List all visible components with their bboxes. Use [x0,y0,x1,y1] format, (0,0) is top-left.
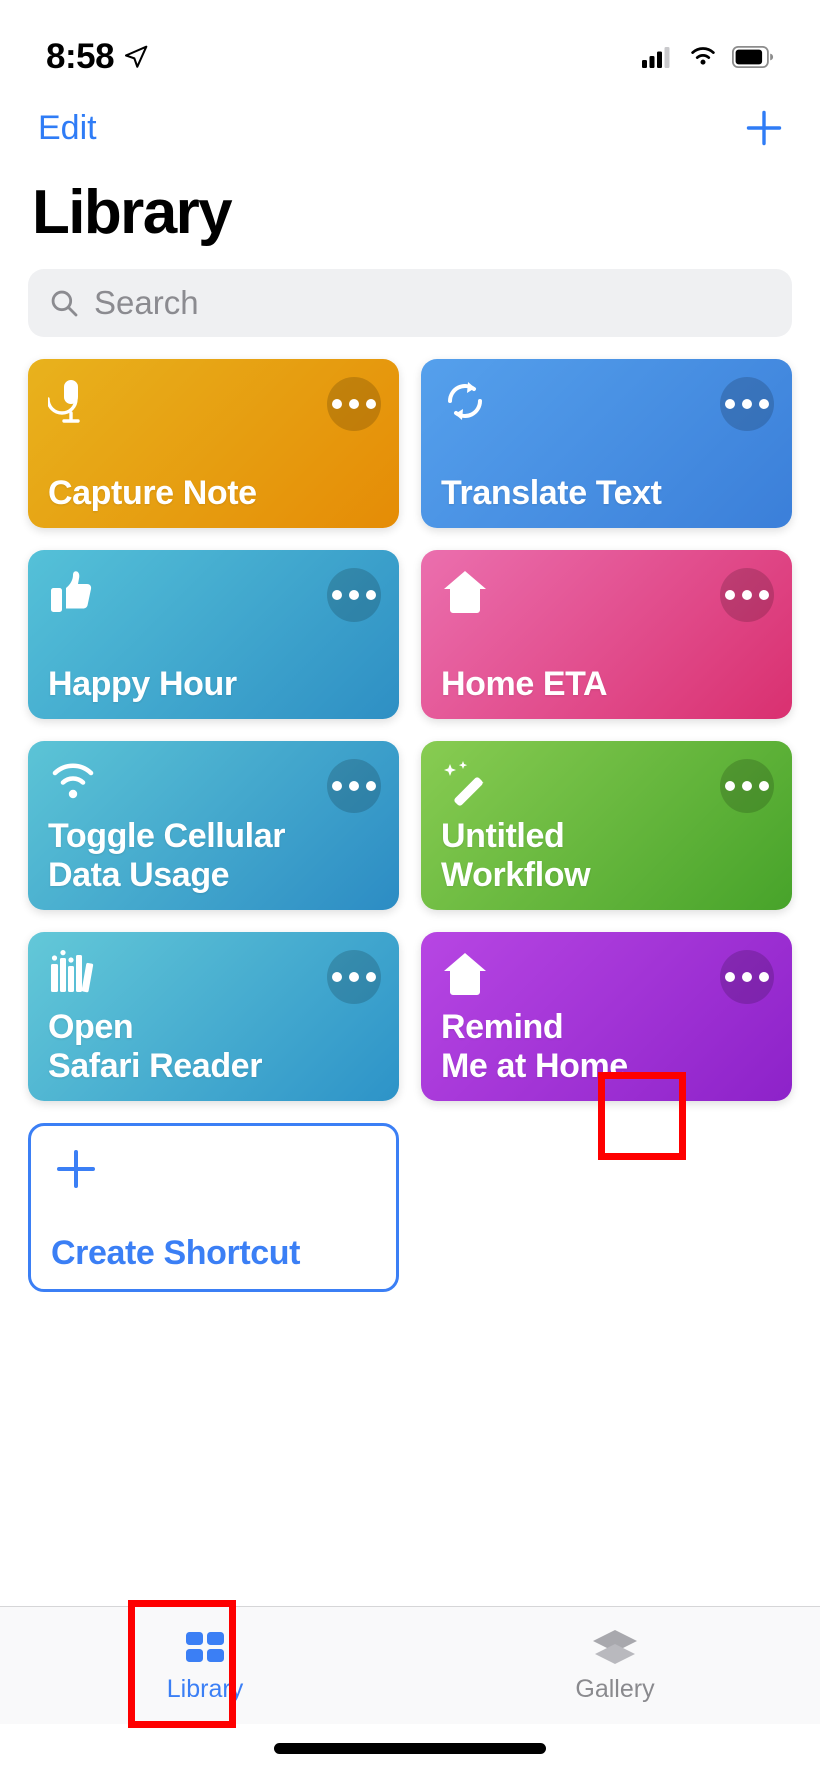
shortcut-label: Open Safari Reader [48,1007,263,1085]
shortcut-menu-button[interactable] [327,377,381,432]
shortcut-label: Capture Note [48,473,257,512]
shortcut-card-capture-note[interactable]: Capture Note [28,359,399,529]
cellular-signal-icon [642,47,670,68]
add-shortcut-button[interactable] [740,104,788,152]
grid-squares-icon [186,1631,224,1662]
shortcut-label: Untitled Workflow [441,816,591,894]
shortcut-card-translate-text[interactable]: Translate Text [421,359,792,529]
remind-me-at-home-ellipsis-button[interactable] [720,950,774,1005]
shortcut-label: Home ETA [441,664,608,703]
magic-wand-icon [441,759,495,813]
shortcut-menu-button[interactable] [327,950,381,1005]
ellipsis-icon [725,590,735,601]
books-icon [48,950,102,1004]
shortcut-menu-button[interactable] [720,759,774,814]
ellipsis-icon [332,399,342,410]
shortcut-card-open-safari-reader[interactable]: Open Safari Reader [28,932,399,1102]
translate-arrows-icon [441,377,495,431]
shortcut-card-remind-me-at-home[interactable]: Remind Me at Home [421,932,792,1102]
wifi-icon [48,759,102,813]
edit-button[interactable]: Edit [32,105,103,152]
location-arrow-icon [125,45,148,68]
home-indicator [274,1743,546,1754]
navigation-bar: Edit [0,92,820,164]
house-icon [441,568,495,622]
ellipsis-icon [725,972,735,983]
ellipsis-icon [332,972,342,983]
tab-label: Library [166,1674,244,1703]
shortcut-card-toggle-cellular-data-usage[interactable]: Toggle Cellular Data Usage [28,741,399,911]
shortcut-label: Remind Me at Home [441,1007,628,1085]
house-icon [441,950,495,1004]
plus-icon [746,110,782,146]
shortcuts-grid: Capture Note Translate Text Happy Hour H… [0,337,820,1293]
ellipsis-icon [725,781,735,792]
shortcut-card-untitled-workflow[interactable]: Untitled Workflow [421,741,792,911]
ellipsis-icon [332,590,342,601]
shortcut-menu-button[interactable] [720,377,774,432]
search-icon [51,291,78,317]
status-bar-left: 8:58 [46,37,149,77]
layers-icon [593,1629,637,1664]
search-placeholder: Search [94,284,199,322]
search-input[interactable]: Search [28,269,792,338]
shortcut-label: Translate Text [441,473,662,512]
thumbs-up-icon [48,568,102,622]
ellipsis-icon [725,399,735,410]
shortcut-label: Toggle Cellular Data Usage [48,816,286,894]
shortcut-card-home-eta[interactable]: Home ETA [421,550,792,720]
shortcut-menu-button[interactable] [720,568,774,623]
status-time: 8:58 [46,37,115,76]
shortcut-label: Happy Hour [48,664,237,703]
status-bar-right [642,45,774,69]
ellipsis-icon [332,781,342,792]
search-container: Search [0,247,820,338]
page-title: Library [32,178,233,247]
tab-label: Gallery [575,1674,655,1703]
shortcut-card-happy-hour[interactable]: Happy Hour [28,550,399,720]
shortcut-menu-button[interactable] [327,759,381,814]
shortcut-menu-button[interactable] [327,568,381,623]
tab-bar: Library Gallery [0,1606,820,1724]
create-shortcut-button[interactable]: Create Shortcut [28,1123,399,1293]
status-bar: 8:58 [0,0,820,92]
tab-gallery[interactable]: Gallery [410,1607,820,1724]
create-shortcut-label: Create Shortcut [51,1234,301,1273]
tab-library[interactable]: Library [0,1607,410,1724]
microphone-icon [48,377,102,431]
plus-icon [51,1144,105,1198]
wifi-icon [691,47,715,65]
battery-icon [732,46,774,68]
